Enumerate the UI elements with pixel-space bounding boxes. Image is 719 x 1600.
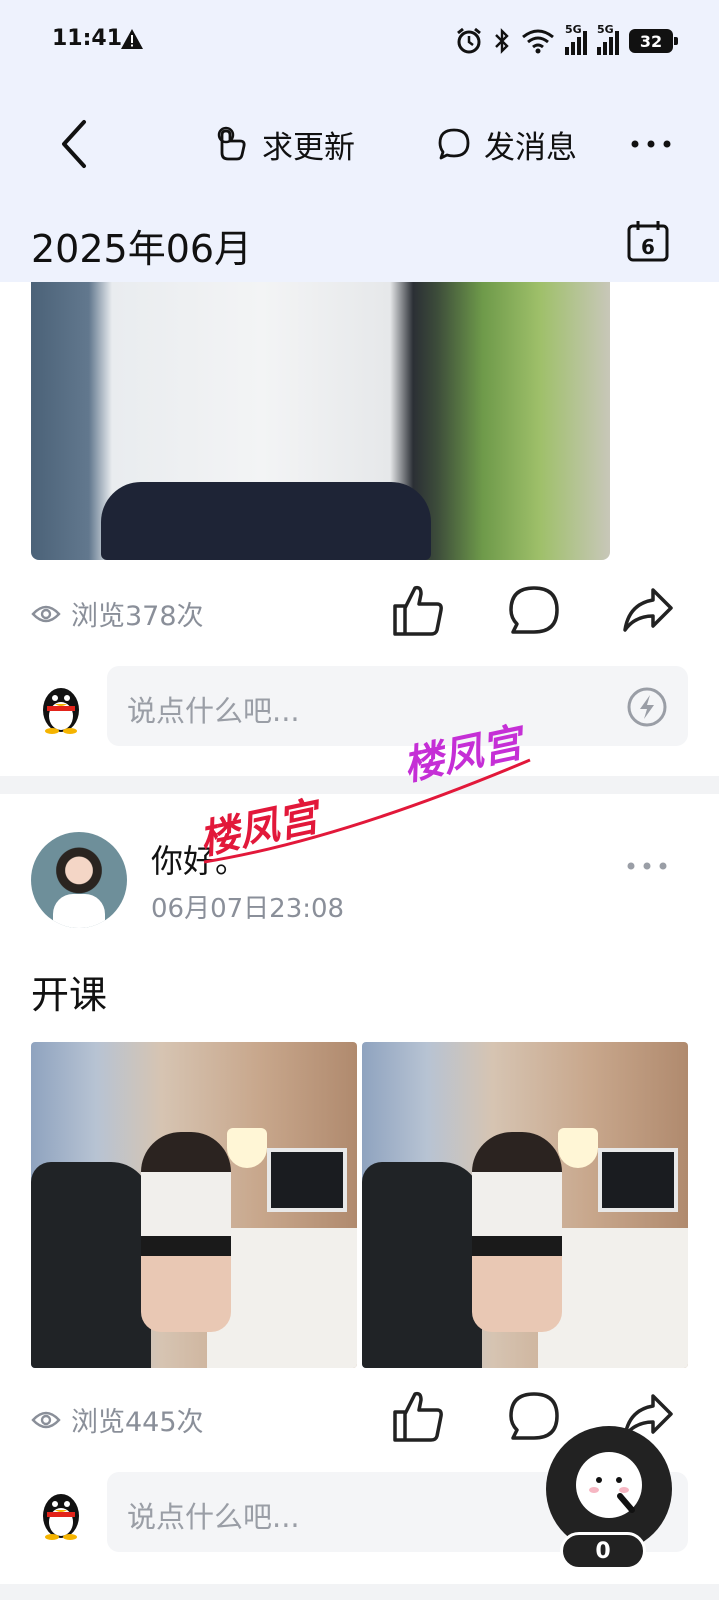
signal-icon: 5G bbox=[597, 23, 619, 55]
view-count: 浏览445次 bbox=[31, 1400, 204, 1439]
floating-action-button[interactable]: 0 bbox=[546, 1426, 672, 1570]
calendar-day: 6 bbox=[641, 235, 655, 259]
warning-icon bbox=[121, 29, 143, 49]
header: 11:41 5G 5G 32 求更新 发消息 2025年06月 6 bbox=[0, 0, 719, 282]
request-update-label: 求更新 bbox=[262, 129, 355, 166]
share-icon[interactable] bbox=[621, 582, 675, 638]
view-count: 浏览378次 bbox=[31, 594, 204, 633]
wifi-icon bbox=[522, 29, 554, 54]
request-update-button[interactable]: 求更新 bbox=[212, 116, 355, 172]
signal-icon: 5G bbox=[565, 23, 587, 55]
view-count-text: 浏览445次 bbox=[71, 1407, 204, 1438]
post-photo[interactable] bbox=[31, 282, 610, 560]
flash-icon[interactable] bbox=[626, 686, 668, 728]
post-divider bbox=[0, 1584, 719, 1600]
qq-penguin-icon bbox=[43, 688, 79, 734]
comment-placeholder: 说点什么吧... bbox=[127, 694, 300, 728]
status-bar: 11:41 5G 5G 32 bbox=[0, 0, 719, 82]
back-icon[interactable] bbox=[50, 114, 98, 174]
calendar-icon: 6 bbox=[627, 221, 669, 262]
sticker-face-icon bbox=[576, 1452, 642, 1518]
post-stats: 浏览378次 bbox=[31, 576, 691, 646]
post-image-2[interactable] bbox=[362, 1042, 688, 1368]
post-image-1[interactable] bbox=[31, 1042, 357, 1368]
more-icon[interactable] bbox=[629, 132, 673, 156]
bluetooth-icon bbox=[495, 28, 509, 54]
nav-bar: 求更新 发消息 bbox=[0, 104, 719, 184]
qq-penguin-icon bbox=[43, 1494, 79, 1540]
send-message-button[interactable]: 发消息 bbox=[436, 116, 577, 172]
like-icon[interactable] bbox=[391, 582, 445, 638]
month-label: 2025年06月 bbox=[31, 227, 253, 271]
comment-icon[interactable] bbox=[507, 1388, 561, 1444]
chat-bubble-icon bbox=[438, 128, 470, 160]
battery-indicator: 32 bbox=[629, 29, 678, 53]
post-time: 06月07日23:08 bbox=[151, 894, 345, 924]
calendar-button[interactable]: 6 bbox=[625, 218, 671, 264]
comment-row: 说点什么吧... bbox=[31, 666, 688, 748]
fab-count: 0 bbox=[560, 1532, 646, 1570]
eye-icon bbox=[31, 1411, 61, 1428]
month-bar: 2025年06月 6 bbox=[0, 206, 719, 282]
more-icon[interactable] bbox=[625, 856, 669, 876]
hand-point-icon bbox=[217, 126, 246, 161]
like-icon[interactable] bbox=[391, 1388, 445, 1444]
status-icons: 5G 5G 32 bbox=[455, 23, 678, 58]
post-text: 开课 bbox=[31, 973, 108, 1017]
avatar[interactable] bbox=[31, 832, 127, 928]
send-message-label: 发消息 bbox=[484, 129, 577, 166]
status-time: 11:41 bbox=[52, 26, 123, 51]
eye-icon bbox=[31, 605, 61, 622]
comment-icon[interactable] bbox=[507, 582, 561, 638]
view-count-text: 浏览378次 bbox=[71, 601, 204, 632]
comment-placeholder: 说点什么吧... bbox=[127, 1500, 300, 1534]
alarm-icon bbox=[457, 27, 481, 54]
